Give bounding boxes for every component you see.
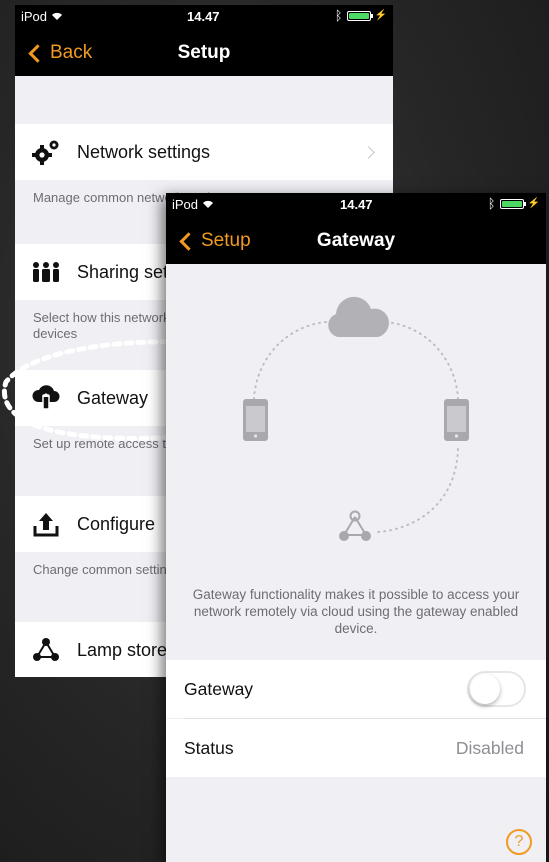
status-value: Disabled [455, 737, 524, 758]
page-title: Gateway [316, 230, 396, 251]
status-time: 14.47 [187, 9, 220, 24]
phone-right-icon [444, 399, 469, 441]
battery-icon [499, 198, 526, 209]
network-nodes-icon [339, 510, 371, 541]
status-row: Status Disabled [166, 719, 546, 777]
carrier-label: iPod [172, 197, 199, 212]
help-button[interactable]: ? [506, 829, 532, 855]
status-bar: iPod 14.47 ᛒ ⚡ [166, 193, 546, 217]
page-title: Setup [177, 42, 231, 63]
cloud-icon [328, 296, 389, 337]
wifi-icon [202, 197, 214, 212]
toggle-knob [470, 674, 500, 704]
cloud-upload-icon [15, 385, 77, 411]
network-nodes-icon [15, 637, 77, 663]
cell-label: Network settings [77, 141, 211, 162]
cell-label: Gateway [77, 387, 149, 408]
gears-icon [15, 139, 77, 165]
gateway-row: Gateway [166, 660, 546, 718]
bluetooth-icon: ᛒ [487, 196, 496, 211]
carrier-label: iPod [21, 9, 48, 24]
cell-label: Configure [77, 513, 156, 534]
gateway-label: Gateway [184, 678, 254, 699]
gateway-diagram [243, 296, 469, 541]
cell-label: Lamp store [77, 639, 168, 660]
gateway-toggle[interactable] [467, 671, 526, 707]
gateway-screen: iPod 14.47 ᛒ ⚡ Setup Gateway Gateway fun… [166, 193, 546, 862]
cell-network-settings[interactable]: Network settings [15, 124, 393, 180]
people-icon [15, 261, 77, 283]
gateway-description: Gateway functionality makes it possible … [192, 587, 520, 636]
chevron-right-icon [362, 145, 375, 159]
wifi-icon [51, 9, 63, 24]
nav-bar: Back Setup [15, 29, 393, 76]
charging-icon: ⚡ [374, 10, 387, 21]
charging-icon: ⚡ [527, 198, 540, 209]
bluetooth-icon: ᛒ [334, 8, 343, 23]
upload-icon [15, 511, 77, 537]
phone-left-icon [243, 399, 268, 441]
status-label: Status [184, 737, 234, 758]
battery-icon [346, 10, 373, 21]
status-time: 14.47 [340, 197, 373, 212]
nav-bar: Setup Gateway [166, 217, 546, 264]
status-bar: iPod 14.47 ᛒ ⚡ [15, 5, 393, 29]
